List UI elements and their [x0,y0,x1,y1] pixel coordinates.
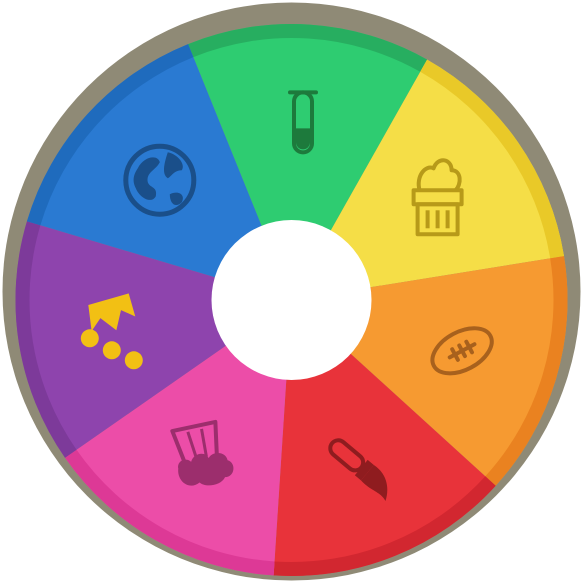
trivia-wheel-screen [0,0,583,583]
category-wheel[interactable] [0,0,583,583]
wheel-hub[interactable] [211,220,372,380]
